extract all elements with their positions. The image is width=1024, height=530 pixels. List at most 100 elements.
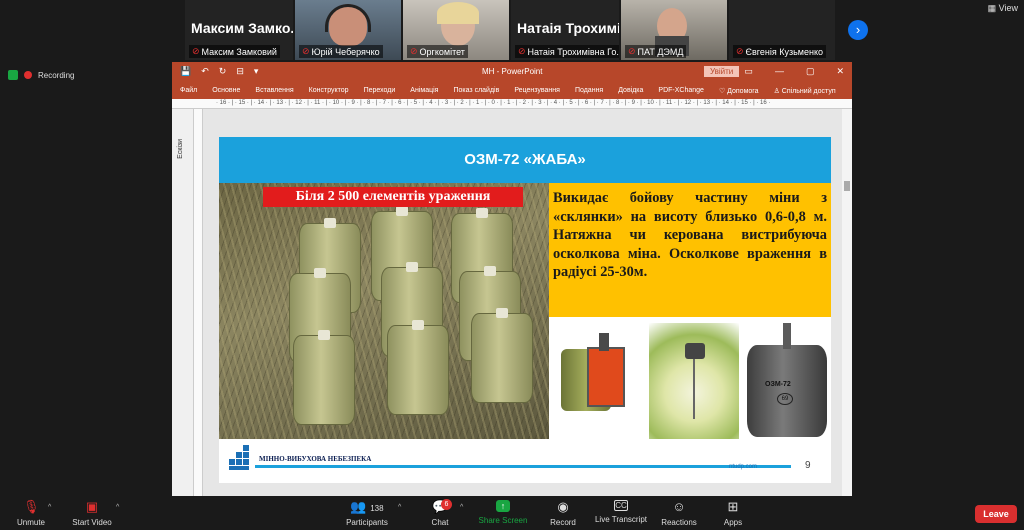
- mine-explosion-illustration: [649, 323, 739, 439]
- thumbnails-label: Ескізи: [177, 139, 184, 159]
- undo-icon[interactable]: ↶: [201, 66, 209, 77]
- present-icon[interactable]: ⊟: [236, 66, 244, 77]
- customize-icon[interactable]: ▾: [254, 66, 259, 77]
- mic-muted-icon: 🎙: [23, 499, 40, 514]
- title-bar: 💾 ↶ ↻ ⊟ ▾ МН - PowerPoint Увійти ▭ — ▢ ✕: [172, 62, 852, 82]
- tab-pdf-xchange[interactable]: PDF-XChange: [658, 87, 704, 94]
- share-screen-icon: ↑: [496, 500, 510, 512]
- mic-off-icon: ⊘: [192, 46, 200, 56]
- reactions-button[interactable]: ☺ Reactions: [660, 499, 698, 528]
- participants-icon: 👥 138: [350, 499, 384, 514]
- minimize-icon[interactable]: —: [775, 66, 784, 77]
- audio-options-icon[interactable]: ^: [48, 504, 51, 511]
- share-button[interactable]: ♙ Спільний доступ: [774, 87, 836, 95]
- ribbon-tabs: Файл Основне Вставлення Конструктор Пере…: [172, 82, 852, 99]
- slide-title: ОЗМ-72 «ЖАБА»: [219, 137, 831, 183]
- quick-access-toolbar: 💾 ↶ ↻ ⊟ ▾: [180, 66, 258, 77]
- video-options-icon[interactable]: ^: [116, 504, 119, 511]
- mine-can: [293, 330, 355, 425]
- participant-name: ⊘ Оргкомітет: [407, 45, 468, 58]
- window-title: МН - PowerPoint: [482, 67, 543, 76]
- save-icon[interactable]: 💾: [180, 66, 191, 77]
- mic-off-icon: ⊘: [736, 46, 744, 56]
- close-icon[interactable]: ✕: [836, 66, 844, 77]
- tab-transitions[interactable]: Переходи: [364, 87, 396, 94]
- participant-name: ⊘ Юрій Чеберячко: [299, 45, 383, 58]
- window-controls: ▭ — ▢ ✕: [744, 66, 844, 77]
- participants-options-icon[interactable]: ^: [398, 504, 401, 511]
- cc-icon: CC: [614, 500, 628, 511]
- fragments-label: Біля 2 500 елементів ураження: [263, 187, 523, 207]
- participant-big-name: Максим Замко...: [191, 20, 293, 36]
- view-button[interactable]: ▦ View: [988, 3, 1018, 14]
- slide: ОЗМ-72 «ЖАБА» Біля 2 500 елементів ураже…: [219, 137, 831, 483]
- footer-url: ntudp.com: [729, 464, 758, 470]
- participant-tile-5[interactable]: ⊘ ПАТ ДЭМД: [621, 0, 727, 60]
- leave-button[interactable]: Leave: [975, 505, 1017, 523]
- tab-review[interactable]: Рецензування: [514, 87, 560, 94]
- footer-divider: [255, 465, 791, 468]
- mic-off-icon: ⊘: [518, 46, 526, 56]
- mines-photo: Біля 2 500 елементів ураження: [219, 183, 549, 439]
- video-off-icon: ▣: [85, 499, 99, 514]
- record-button[interactable]: ◉ Record: [548, 499, 578, 528]
- thumbnails-panel[interactable]: Ескізи: [172, 109, 194, 496]
- tab-design[interactable]: Конструктор: [309, 87, 349, 94]
- participant-name: ⊘ ПАТ ДЭМД: [625, 45, 687, 58]
- participant-name: ⊘ Натаія Трохимівна Го...: [515, 45, 619, 58]
- slide-number: 9: [805, 460, 811, 471]
- maximize-icon[interactable]: ▢: [806, 66, 815, 77]
- tab-animations[interactable]: Анімація: [410, 87, 438, 94]
- description-box: Викидає бойову частину міни з «склянки» …: [549, 183, 831, 317]
- participant-tile-2[interactable]: ⊘ Юрій Чеберячко: [295, 0, 401, 60]
- vertical-ruler: [194, 109, 203, 496]
- ribbon-display-icon[interactable]: ▭: [744, 66, 753, 77]
- participant-name: ⊘ Максим Замковий: [189, 45, 280, 58]
- live-transcript-button[interactable]: CC Live Transcript: [594, 500, 648, 524]
- apps-icon: ⊞: [727, 499, 739, 514]
- sign-in-button[interactable]: Увійти: [704, 66, 740, 77]
- apps-button[interactable]: ⊞ Apps: [720, 499, 746, 528]
- chat-options-icon[interactable]: ^: [460, 504, 463, 511]
- mine-can: [471, 308, 533, 403]
- participant-name: ⊘ Євгенія Кузьменко: [733, 45, 826, 58]
- powerpoint-window: 💾 ↶ ↻ ⊟ ▾ МН - PowerPoint Увійти ▭ — ▢ ✕…: [172, 62, 852, 496]
- participant-big-name: Натаія Трохимі...: [517, 20, 619, 36]
- tab-help[interactable]: Довідка: [618, 87, 643, 94]
- vertical-scrollbar[interactable]: [842, 109, 852, 496]
- record-dot-icon: [24, 71, 32, 79]
- share-screen-button[interactable]: ↑ Share Screen: [478, 500, 528, 525]
- mine-marking: 69: [777, 393, 793, 405]
- tab-slideshow[interactable]: Показ слайдів: [453, 87, 499, 94]
- mic-off-icon: ⊘: [410, 46, 418, 56]
- shield-icon: [8, 70, 18, 80]
- tab-view[interactable]: Подання: [575, 87, 603, 94]
- participant-tile-3[interactable]: ⊘ Оргкомітет: [403, 0, 509, 60]
- unmute-button[interactable]: 🎙 Unmute: [14, 499, 48, 528]
- participant-tile-1[interactable]: Максим Замко... ⊘ Максим Замковий: [185, 0, 293, 60]
- mine-marking: ОЗМ-72: [765, 381, 791, 388]
- tab-home[interactable]: Основне: [212, 87, 240, 94]
- participants-button[interactable]: 👥 138 Participants: [344, 499, 390, 528]
- mic-off-icon: ⊘: [302, 46, 310, 56]
- mic-off-icon: ⊘: [628, 46, 636, 56]
- chat-unread-badge: 6: [441, 499, 452, 510]
- next-page-button[interactable]: ›: [848, 20, 868, 40]
- recording-indicator: Recording: [8, 70, 74, 80]
- horizontal-ruler: · 16 · | · 15 · | · 14 · | · 13 · | · 12…: [172, 99, 852, 109]
- ntudp-logo-icon: [229, 445, 251, 471]
- tab-insert[interactable]: Вставлення: [255, 87, 293, 94]
- record-icon: ◉: [557, 499, 569, 514]
- start-video-button[interactable]: ▣ Start Video: [70, 499, 114, 528]
- mine-model-illustration: 69 ОЗМ-72: [743, 323, 829, 439]
- reactions-icon: ☺: [672, 499, 686, 514]
- tell-me-search[interactable]: ♡ Допомога: [719, 87, 759, 95]
- tab-file[interactable]: Файл: [180, 87, 197, 94]
- headset-icon: [325, 4, 371, 32]
- mine-cutaway-illustration: [555, 323, 643, 439]
- footer-text: МІННО-ВИБУХОВА НЕБЕЗПЕКА: [259, 455, 372, 463]
- redo-icon[interactable]: ↻: [219, 66, 227, 77]
- scroll-thumb[interactable]: [844, 181, 850, 191]
- participant-tile-6[interactable]: ⊘ Євгенія Кузьменко: [729, 0, 835, 60]
- participant-tile-4[interactable]: Натаія Трохимі... ⊘Натаія Трохимівна Го.…: [511, 0, 619, 60]
